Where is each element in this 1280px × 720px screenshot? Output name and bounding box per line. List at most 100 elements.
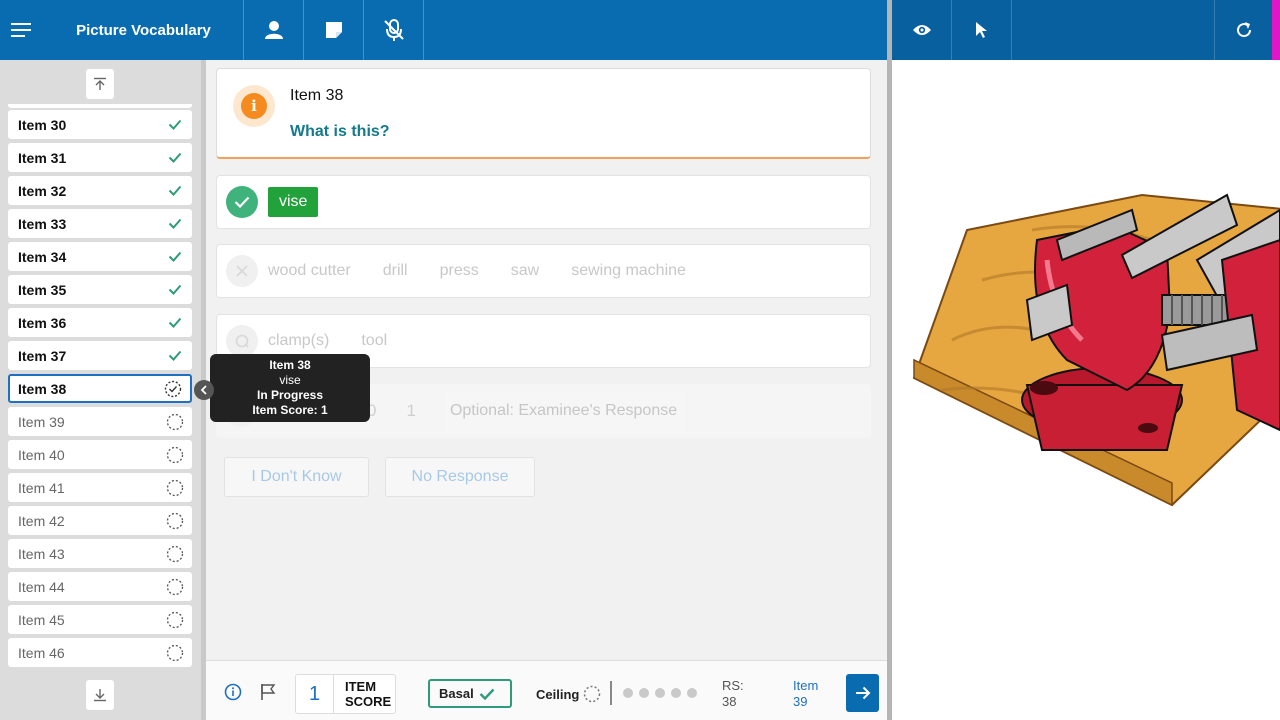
sidebar-item-label: Item 32 <box>18 182 67 199</box>
pointer-button[interactable] <box>952 0 1012 60</box>
sidebar-item-label: Item 37 <box>18 347 67 364</box>
sidebar-item-5[interactable]: Item 35 <box>8 275 192 304</box>
query-option[interactable]: clamp(s) <box>268 332 329 350</box>
vise-picture <box>912 193 1280 507</box>
eye-icon <box>912 25 931 35</box>
tooltip-answer: vise <box>279 373 301 387</box>
sidebar-item-16[interactable]: Item 46 <box>8 638 192 667</box>
item-info-button[interactable]: i <box>233 85 275 127</box>
item-score-box[interactable]: 1 ITEM SCORE <box>295 674 396 714</box>
sidebar-item-11[interactable]: Item 41 <box>8 473 192 502</box>
footer-bar: 1 ITEM SCORE Basal Ceiling RS: 38 Item 3… <box>206 660 887 720</box>
mic-off-icon <box>383 19 404 41</box>
sidebar-item-3[interactable]: Item 33 <box>8 209 192 238</box>
sidebar-item-label: Item 33 <box>18 215 67 232</box>
progress-dot <box>655 688 665 698</box>
info-icon: i <box>241 93 267 119</box>
correct-response-row: vise <box>216 175 871 229</box>
no-response-button[interactable]: No Response <box>385 457 535 497</box>
sidebar-item-label: Item 45 <box>18 611 65 628</box>
sidebar-item-12[interactable]: Item 42 <box>8 506 192 535</box>
sidebar-item-label: Item 41 <box>18 479 65 496</box>
incorrect-option[interactable]: wood cutter <box>268 262 351 280</box>
sidebar-item-label: Item 31 <box>18 149 67 166</box>
incorrect-option[interactable]: saw <box>511 262 539 280</box>
examinee-button[interactable] <box>244 0 304 60</box>
correct-answer-chip[interactable]: vise <box>268 187 319 217</box>
sidebar-item-6[interactable]: Item 36 <box>8 308 192 337</box>
incorrect-option[interactable]: drill <box>383 262 408 280</box>
query-toggle[interactable] <box>226 325 258 357</box>
progress-dot <box>639 688 649 698</box>
examinee-icon <box>264 21 283 39</box>
sidebar-item-label: Item 30 <box>18 116 67 133</box>
notes-button[interactable] <box>304 0 364 60</box>
scroll-bottom-button[interactable] <box>86 680 114 710</box>
pending-icon <box>166 578 184 596</box>
refresh-icon <box>1236 22 1251 38</box>
pending-icon <box>166 446 184 464</box>
sidebar-item-label: Item 36 <box>18 314 67 331</box>
sidebar-item-1[interactable]: Item 31 <box>8 143 192 172</box>
menu-button[interactable] <box>0 0 44 60</box>
top-bar: Picture Vocabulary <box>0 0 887 60</box>
sidebar-item-14[interactable]: Item 44 <box>8 572 192 601</box>
sidebar-item-label: Item 35 <box>18 281 67 298</box>
pending-icon <box>166 413 184 431</box>
sidebar-item-4[interactable]: Item 34 <box>8 242 192 271</box>
check-icon <box>166 182 184 200</box>
flag-icon <box>261 684 276 700</box>
info-circle-icon <box>224 683 242 701</box>
incorrect-toggle[interactable] <box>226 255 258 287</box>
question-card: i Item 38 What is this? <box>216 68 871 159</box>
next-item-button[interactable] <box>846 674 879 712</box>
sidebar-item-label: Item 44 <box>18 578 65 595</box>
next-item-label-line1: Item <box>793 678 819 693</box>
dont-know-button[interactable]: I Don't Know <box>224 457 369 497</box>
correct-toggle[interactable] <box>226 186 258 218</box>
examinee-response-input[interactable]: Optional: Examinee's Response <box>445 391 686 431</box>
check-icon <box>166 215 184 233</box>
sidebar-item-2[interactable]: Item 32 <box>8 176 192 205</box>
mic-toggle-button[interactable] <box>364 0 424 60</box>
check-icon <box>166 248 184 266</box>
sidebar-item-8[interactable]: Item 38 <box>8 374 192 403</box>
sidebar-item-10[interactable]: Item 40 <box>8 440 192 469</box>
pending-icon <box>166 479 184 497</box>
refresh-button[interactable] <box>1214 0 1272 60</box>
next-item-label: Item 39 <box>793 678 818 710</box>
sidebar-item-7[interactable]: Item 37 <box>8 341 192 370</box>
footer-separator <box>610 681 612 705</box>
check-icon <box>166 149 184 167</box>
ceiling-indicator: Ceiling <box>536 685 601 703</box>
pending-icon <box>166 611 184 629</box>
preview-button[interactable] <box>892 0 952 60</box>
scroll-top-button[interactable] <box>86 69 114 99</box>
image-toolbar <box>892 0 1280 60</box>
query-option[interactable]: tool <box>361 332 387 350</box>
sidebar-item-15[interactable]: Item 45 <box>8 605 192 634</box>
list-item-partial <box>8 104 192 108</box>
progress-dot <box>687 688 697 698</box>
incorrect-option[interactable]: sewing machine <box>571 262 686 280</box>
progress-dot <box>671 688 681 698</box>
flag-button[interactable] <box>260 683 276 706</box>
sidebar-item-0[interactable]: Item 30 <box>8 110 192 139</box>
basal-label: Basal <box>439 686 474 701</box>
window-edge <box>1272 0 1280 60</box>
progress-dots <box>623 688 703 698</box>
question-prompt: What is this? <box>290 123 390 140</box>
check-icon <box>166 314 184 332</box>
score-one-option[interactable]: 1 <box>406 401 415 421</box>
ceiling-label: Ceiling <box>536 686 580 702</box>
info-button[interactable] <box>224 683 242 706</box>
collapse-sidebar-button[interactable] <box>194 380 214 400</box>
item-score-value: 1 <box>296 675 334 713</box>
sidebar-item-9[interactable]: Item 39 <box>8 407 192 436</box>
arrow-to-top-icon <box>94 77 106 90</box>
sidebar-item-13[interactable]: Item 43 <box>8 539 192 568</box>
sidebar-item-label: Item 42 <box>18 512 65 529</box>
item-list[interactable]: Item 30 Item 31 Item 32 Item 33 Item 34 Item … <box>8 104 192 676</box>
incorrect-option[interactable]: press <box>440 262 479 280</box>
check-icon <box>166 116 184 134</box>
